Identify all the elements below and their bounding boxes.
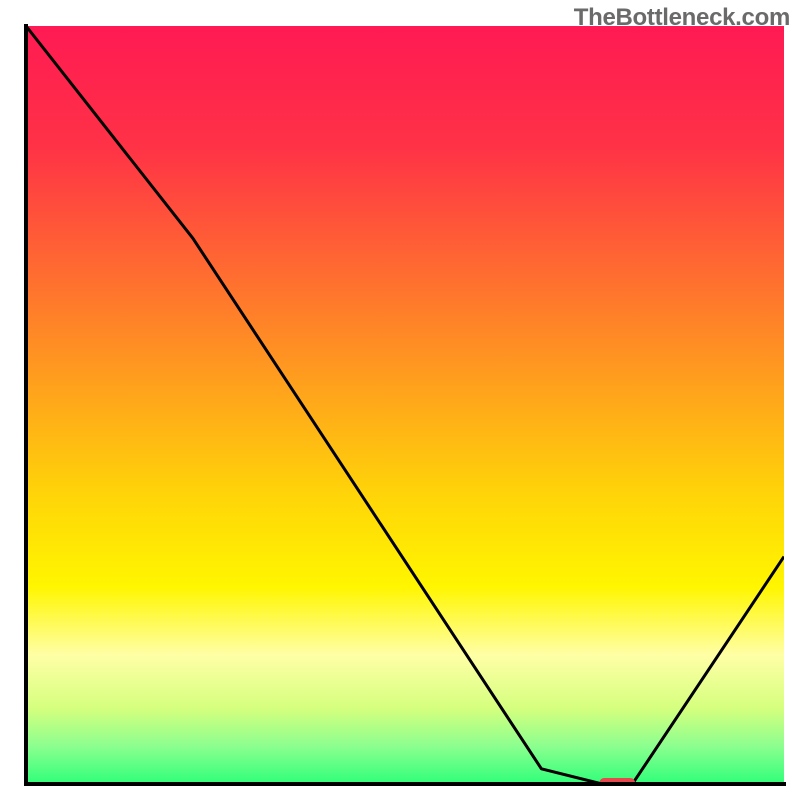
bottleneck-chart: TheBottleneck.com — [0, 0, 800, 800]
chart-canvas — [0, 0, 800, 800]
gradient-background — [26, 26, 784, 784]
plot-area — [26, 26, 784, 788]
watermark: TheBottleneck.com — [574, 4, 790, 32]
